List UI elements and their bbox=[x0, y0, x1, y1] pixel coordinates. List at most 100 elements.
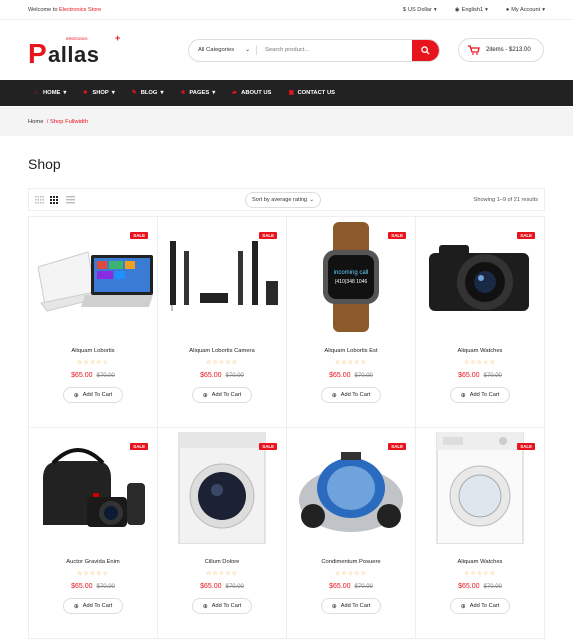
product-price: $65.00 $70.00 bbox=[200, 583, 244, 590]
account-menu[interactable]: ● My Account ▾ bbox=[506, 7, 545, 13]
product-card[interactable]: SALE Aliquam Watches ☆☆☆☆☆ $65.00 $70.00 ⊕ Add… bbox=[416, 428, 545, 639]
breadcrumb: Home / Shop Fullwidth bbox=[0, 107, 573, 136]
product-price: $65.00 $70.00 bbox=[458, 372, 502, 379]
nav-item-shop[interactable]: ■ SHOP ▾ bbox=[83, 90, 114, 96]
shop-toolbar: Sort by average rating ⌄ Showing 1–9 of 2… bbox=[28, 188, 545, 211]
cart-icon: ⊕ bbox=[202, 392, 208, 399]
search-icon bbox=[421, 45, 430, 55]
nav-item-blog[interactable]: ✎ BLOG ▾ bbox=[132, 90, 164, 96]
globe-icon: ◉ bbox=[454, 6, 460, 13]
cart-icon: ⊕ bbox=[73, 392, 79, 399]
user-icon: ● bbox=[505, 6, 510, 13]
logo-plus-icon: + bbox=[115, 33, 121, 43]
add-to-cart-button[interactable]: ⊕ Add To Cart bbox=[192, 598, 252, 614]
product-card[interactable]: SALE Aliquam Lobortis ☆☆☆☆☆ $65.00 $70.00 ⊕ Ad… bbox=[29, 217, 158, 428]
product-price: $65.00 $70.00 bbox=[329, 372, 373, 379]
grid-view-icon[interactable] bbox=[50, 195, 60, 204]
add-to-cart-button[interactable]: ⊕ Add To Cart bbox=[450, 598, 510, 614]
breadcrumb-home[interactable]: Home bbox=[28, 119, 43, 125]
add-to-cart-button[interactable]: ⊕ Add To Cart bbox=[192, 387, 252, 403]
star-rating: ☆☆☆☆☆ bbox=[464, 571, 496, 577]
search-category-select[interactable]: All Categories ⌄ bbox=[189, 45, 257, 55]
product-grid: SALE Aliquam Lobortis ☆☆☆☆☆ $65.00 $70.00 ⊕ Ad… bbox=[28, 216, 545, 639]
sale-badge: SALE bbox=[388, 443, 406, 450]
cart-summary: 2items - $213.00 bbox=[486, 47, 531, 53]
language-selector[interactable]: ◉ English1 ▾ bbox=[455, 7, 488, 13]
star-rating: ☆☆☆☆☆ bbox=[464, 360, 496, 366]
add-to-cart-button[interactable]: ⊕ Add To Cart bbox=[63, 387, 123, 403]
add-to-cart-button[interactable]: ⊕ Add To Cart bbox=[63, 598, 123, 614]
add-to-cart-button[interactable]: ⊕ Add To Cart bbox=[321, 598, 381, 614]
product-price: $65.00 $70.00 bbox=[71, 583, 115, 590]
product-name[interactable]: Auctor Gravida Enim bbox=[29, 559, 157, 565]
currency-selector[interactable]: $ US Dollar ▾ bbox=[403, 7, 437, 13]
product-price: $65.00 $70.00 bbox=[200, 372, 244, 379]
list-view-icon[interactable] bbox=[66, 195, 75, 204]
add-to-cart-button[interactable]: ⊕ Add To Cart bbox=[321, 387, 381, 403]
product-card[interactable]: SALE incoming call (410)348 1046 Aliquam Lo… bbox=[287, 217, 416, 428]
cart-icon: ⊕ bbox=[331, 603, 337, 610]
sale-badge: SALE bbox=[388, 232, 406, 239]
top-bar: Welcome to Electronics Store $ US Dollar… bbox=[0, 0, 573, 20]
product-card[interactable]: SALE Aliquam Watches ☆☆☆☆☆ $65.00 $70.00 ⊕ Add… bbox=[416, 217, 545, 428]
product-card[interactable]: SALE Condimentum Posuere ☆☆☆☆☆ $65.00 $70.00… bbox=[287, 428, 416, 639]
product-card[interactable]: SALE Cillum Dolore ☆☆☆☆☆ $65.00 $70.00 ⊕ Add T… bbox=[158, 428, 287, 639]
star-rating: ☆☆☆☆☆ bbox=[206, 571, 238, 577]
breadcrumb-current: Shop Fullwidth bbox=[49, 118, 88, 125]
star-rating: ☆☆☆☆☆ bbox=[206, 360, 238, 366]
search-button[interactable] bbox=[412, 39, 439, 61]
nav-item-home[interactable]: ⌂ HOME ▾ bbox=[34, 90, 66, 96]
main-nav: ⌂ HOME ▾ ■ SHOP ▾ ✎ BLOG ▾ ★ PAGES ▾ ▰ ABOUT US ▣… bbox=[0, 80, 573, 106]
cart-icon: ⊕ bbox=[202, 603, 208, 610]
product-price: $65.00 $70.00 bbox=[458, 583, 502, 590]
search-input[interactable] bbox=[257, 39, 412, 61]
page-title: Shop bbox=[28, 156, 61, 172]
product-name[interactable]: Aliquam Watches bbox=[416, 348, 544, 354]
product-card[interactable]: SALE Auctor Gravida Enim ☆☆☆☆☆ $65.00 $70.00… bbox=[29, 428, 158, 639]
cart-icon bbox=[468, 45, 480, 55]
cart-button[interactable]: 2items - $213.00 bbox=[458, 38, 544, 62]
product-card[interactable]: SALE Aliquam Lobortis Camera ☆☆☆☆☆ $65.00 $7… bbox=[158, 217, 287, 428]
product-price: $65.00 $70.00 bbox=[71, 372, 115, 379]
nav-item-pages[interactable]: ★ PAGES ▾ bbox=[180, 90, 215, 96]
site-header: P allas electronics + All Categories⌄ 2i… bbox=[0, 20, 573, 80]
cart-icon: ⊕ bbox=[460, 603, 466, 610]
sale-badge: SALE bbox=[130, 443, 148, 450]
cart-icon: ⊕ bbox=[331, 392, 337, 399]
welcome-text: Welcome to Electronics Store bbox=[28, 6, 102, 13]
add-to-cart-button[interactable]: ⊕ Add To Cart bbox=[450, 387, 510, 403]
star-rating: ☆☆☆☆☆ bbox=[77, 360, 109, 366]
svg-text:(410)348 1046: (410)348 1046 bbox=[335, 279, 368, 285]
cart-icon: ⊕ bbox=[73, 603, 79, 610]
site-logo[interactable]: P allas electronics + bbox=[28, 33, 121, 69]
chat-icon: ▰ bbox=[232, 90, 237, 96]
result-count: Showing 1–9 of 21 results bbox=[473, 196, 538, 203]
product-name[interactable]: Cillum Dolore bbox=[158, 559, 286, 565]
product-name[interactable]: Aliquam Watches bbox=[416, 559, 544, 565]
product-name[interactable]: Aliquam Lobortis Est bbox=[287, 348, 415, 354]
star-icon: ★ bbox=[180, 90, 186, 96]
nav-item-about[interactable]: ▰ ABOUT US bbox=[232, 90, 271, 96]
product-name[interactable]: Aliquam Lobortis Camera bbox=[158, 348, 286, 354]
star-rating: ☆☆☆☆☆ bbox=[77, 571, 109, 577]
chevron-down-icon: ⌄ bbox=[309, 196, 314, 203]
sort-select[interactable]: Sort by average rating ⌄ bbox=[245, 191, 321, 208]
product-name[interactable]: Condimentum Posuere bbox=[287, 559, 415, 565]
nav-item-contact[interactable]: ▣ CONTACT US bbox=[288, 90, 335, 96]
sale-badge: SALE bbox=[517, 443, 535, 450]
bag-icon: ■ bbox=[83, 90, 87, 96]
chevron-down-icon: ⌄ bbox=[245, 47, 250, 53]
sale-badge: SALE bbox=[259, 443, 277, 450]
contact-card-icon: ▣ bbox=[288, 90, 295, 96]
product-name[interactable]: Aliquam Lobortis bbox=[29, 348, 157, 354]
pencil-icon: ✎ bbox=[131, 90, 137, 96]
sale-badge: SALE bbox=[259, 232, 277, 239]
sale-badge: SALE bbox=[517, 232, 535, 239]
star-rating: ☆☆☆☆☆ bbox=[335, 360, 367, 366]
sale-badge: SALE bbox=[130, 232, 148, 239]
svg-text:incoming call: incoming call bbox=[334, 270, 369, 276]
search-bar: All Categories ⌄ bbox=[188, 38, 440, 62]
cart-icon: ⊕ bbox=[460, 392, 466, 399]
product-price: $65.00 $70.00 bbox=[329, 583, 373, 590]
grid-small-view-icon[interactable] bbox=[35, 195, 44, 204]
